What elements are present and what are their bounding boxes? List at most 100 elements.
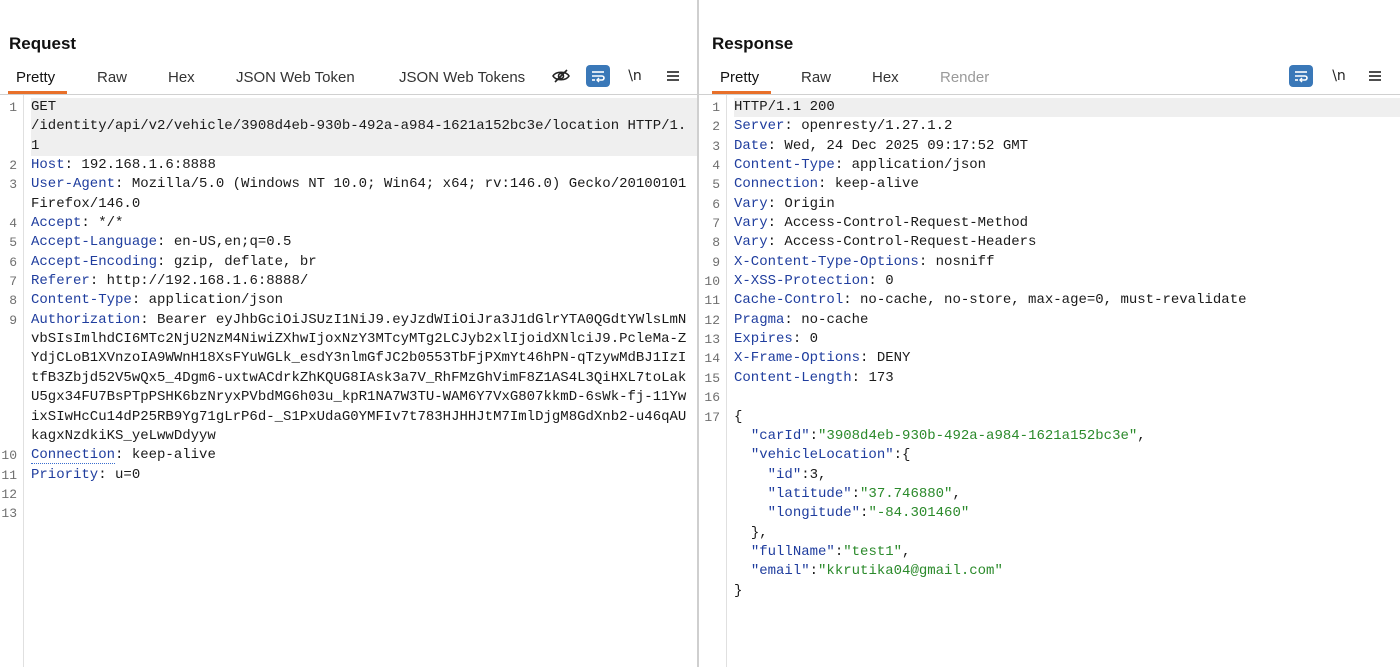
line-content: X-Frame-Options: DENY: [734, 350, 911, 367]
code-line: 15 Content-Length: 173: [703, 369, 1400, 388]
code-line: 7 Referer: http://192.168.1.6:8888/: [0, 272, 697, 291]
header-value: keep-alive: [131, 447, 216, 464]
line-number: 13: [1, 506, 17, 522]
line-number: 6: [9, 254, 17, 270]
header-name: Vary: [734, 215, 768, 232]
response-title: Response: [712, 34, 794, 53]
code-line: 5 Connection: keep-alive: [703, 175, 1400, 194]
json-content: "latitude":"37.746880",: [767, 485, 961, 502]
tab-pretty[interactable]: Pretty: [711, 69, 772, 94]
line-content: Priority: u=0: [31, 466, 141, 483]
status-line: HTTP/1.1 200: [734, 99, 835, 115]
show-newlines-button[interactable]: \n: [1327, 65, 1351, 87]
line-number: [703, 543, 734, 562]
json-line: "vehicleLocation":{: [703, 446, 1400, 465]
code-line: 16: [703, 388, 1400, 407]
request-method: GET: [31, 99, 57, 115]
line-number: 12: [1, 486, 17, 502]
header-value: Origin: [784, 195, 835, 212]
line-number: 2: [712, 119, 720, 135]
eye-slash-icon[interactable]: [549, 65, 573, 87]
header-name: Connection: [734, 176, 819, 193]
json-comma: ,: [902, 543, 911, 560]
tab-json-web-token[interactable]: JSON Web Token: [236, 69, 355, 86]
json-line: "id":3,: [703, 466, 1400, 485]
header-name: Vary: [734, 234, 768, 251]
tab-pretty[interactable]: Pretty: [7, 69, 68, 94]
code-line: 6 Accept-Encoding: gzip, deflate, br: [0, 253, 697, 272]
line-content: Accept: */*: [31, 215, 124, 232]
line-content: Server: openresty/1.27.1.2: [734, 118, 953, 135]
tab-hex[interactable]: Hex: [168, 69, 195, 86]
show-newlines-button[interactable]: \n: [623, 65, 647, 87]
tab-render[interactable]: Render: [940, 69, 989, 86]
request-path: /identity/api/v2/vehicle/3908d4eb-930b-4…: [31, 118, 687, 154]
line-number: 8: [712, 235, 720, 251]
line-content: Accept-Encoding: gzip, deflate, br: [31, 253, 317, 270]
hamburger-menu-icon[interactable]: [1363, 65, 1387, 87]
line-content: Content-Type: application/json: [31, 292, 284, 309]
response-editor[interactable]: 1 HTTP/1.1 200 2 Server: openresty/1.27.1.2…: [699, 95, 1400, 667]
code-line: 2 Host: 192.168.1.6:8888: [0, 156, 697, 175]
hamburger-menu-icon[interactable]: [661, 65, 685, 87]
header-value: en-US,en;q=0.5: [173, 234, 292, 251]
line-content: Host: 192.168.1.6:8888: [31, 157, 216, 174]
header-name: Host: [31, 157, 65, 174]
code-line: 1 HTTP/1.1 200: [703, 98, 1400, 118]
response-lines: 1 HTTP/1.1 200 2 Server: openresty/1.27.1.2…: [703, 98, 1400, 601]
header-value: no-cache: [801, 311, 869, 328]
tab-json-web-tokens[interactable]: JSON Web Tokens: [399, 69, 525, 86]
code-line: 2 Server: openresty/1.27.1.2: [703, 117, 1400, 136]
header-name: X-Content-Type-Options: [734, 253, 919, 270]
header-value: Bearer eyJhbGciOiJSUzI1NiJ9.eyJzdWIiOiJr…: [31, 311, 687, 444]
tab-raw[interactable]: Raw: [801, 69, 831, 86]
tab-hex[interactable]: Hex: [872, 69, 899, 86]
line-content: [31, 504, 697, 523]
line-number: 2: [9, 158, 17, 174]
json-key: "latitude": [767, 485, 852, 502]
header-value: gzip, deflate, br: [173, 253, 317, 270]
line-number: 14: [704, 351, 720, 367]
header-value: Access-Control-Request-Method: [784, 215, 1029, 232]
json-brace: {: [902, 447, 911, 464]
code-line: 4 Accept: */*: [0, 214, 697, 233]
line-content: Connection: keep-alive: [734, 176, 919, 193]
json-string-value: "-84.301460": [868, 505, 970, 522]
code-line: 14 X-Frame-Options: DENY: [703, 349, 1400, 368]
line-number: 5: [9, 235, 17, 251]
code-line: 9 X-Content-Type-Options: nosniff: [703, 253, 1400, 272]
line-number: 7: [712, 216, 720, 232]
header-value: 0: [885, 273, 894, 290]
response-pane: Response Pretty Raw Hex Render \n 1 HTTP/…: [699, 0, 1400, 667]
response-tab-bar: Pretty Raw Hex Render \n: [699, 64, 1400, 95]
line-number: 8: [9, 293, 17, 309]
header-name: Accept-Language: [31, 234, 158, 251]
json-content: "vehicleLocation":{: [750, 447, 911, 464]
header-name: Date: [734, 137, 768, 154]
line-number: 1: [712, 100, 720, 115]
header-value: Wed, 24 Dec 2025 09:17:52 GMT: [784, 137, 1029, 154]
line-content: Date: Wed, 24 Dec 2025 09:17:52 GMT: [734, 137, 1029, 154]
wrap-lines-icon[interactable]: [1289, 65, 1313, 87]
code-line: 11 Cache-Control: no-cache, no-store, max…: [703, 291, 1400, 310]
json-line: "latitude":"37.746880",: [703, 485, 1400, 504]
line-content: HTTP/1.1 200: [734, 98, 1400, 118]
header-name: Priority: [31, 466, 99, 483]
line-number: 11: [1, 467, 17, 483]
wrap-lines-icon[interactable]: [586, 65, 610, 87]
line-number: 13: [704, 332, 720, 348]
line-number: 17: [704, 409, 720, 425]
line-number: [703, 562, 734, 581]
code-line: 12 Pragma: no-cache: [703, 311, 1400, 330]
code-line: 7 Vary: Access-Control-Request-Method: [703, 214, 1400, 233]
line-content: Vary: Origin: [734, 195, 835, 212]
tab-raw[interactable]: Raw: [97, 69, 127, 86]
json-comma: ,: [952, 485, 961, 502]
request-editor[interactable]: 1 GET /identity/api/v2/vehicle/3908d4eb-9…: [0, 95, 697, 667]
json-line: "email":"kkrutika04@gmail.com": [703, 562, 1400, 581]
header-value: keep-alive: [834, 176, 919, 193]
line-number: [703, 504, 734, 523]
json-string-value: "test1": [843, 543, 903, 560]
request-title: Request: [9, 34, 77, 53]
header-value: Access-Control-Request-Headers: [784, 234, 1037, 251]
